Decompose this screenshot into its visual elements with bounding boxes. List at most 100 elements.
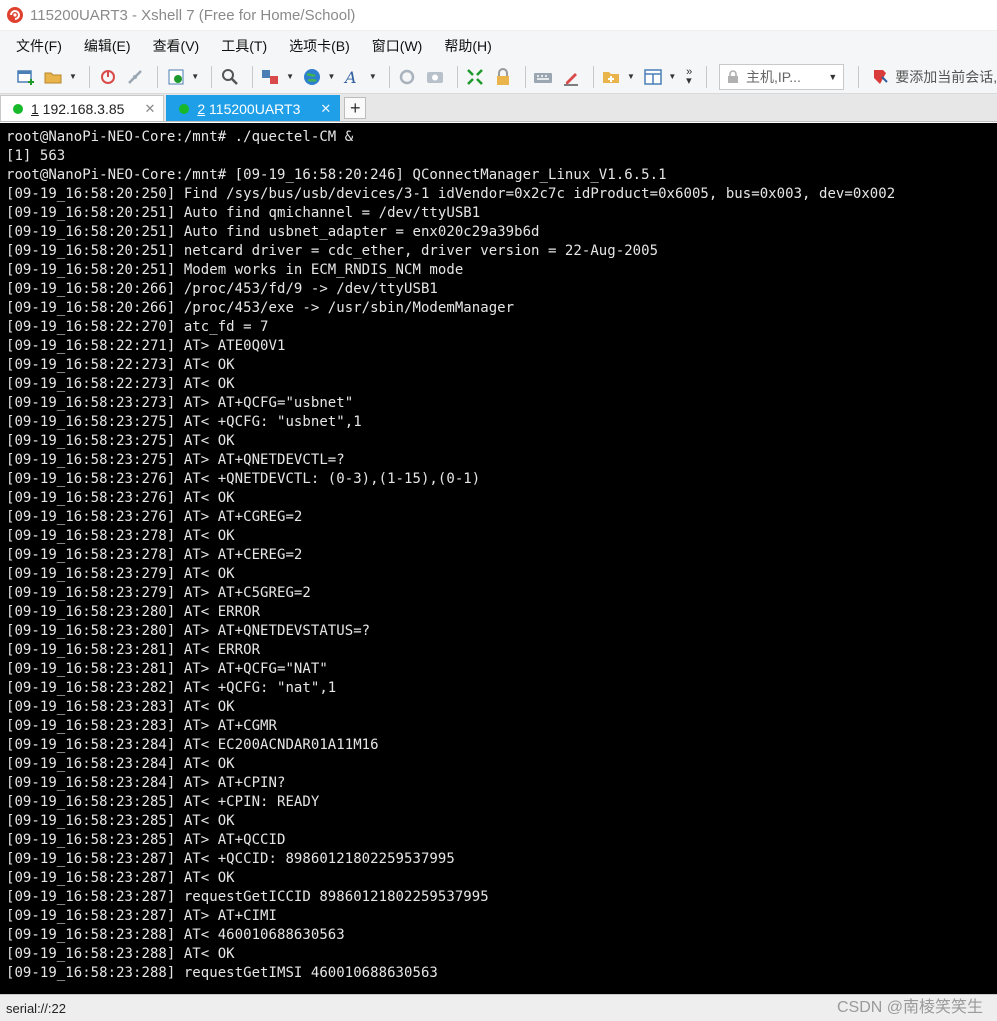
script-icon[interactable] — [396, 65, 419, 89]
terminal-line: [09-19_16:58:23:283] AT< OK — [6, 699, 235, 715]
add-session-label: 要添加当前会话, — [895, 68, 997, 85]
menu-help[interactable]: 帮助(H) — [440, 33, 495, 59]
disconnect-icon[interactable] — [123, 65, 146, 89]
menu-tools[interactable]: 工具(T) — [217, 33, 271, 59]
layout-icon[interactable] — [641, 65, 664, 89]
terminal-line: [09-19_16:58:23:287] AT< +QCCID: 8986012… — [6, 851, 455, 867]
terminal-line: [09-19_16:58:20:251] Auto find qmichanne… — [6, 205, 481, 221]
terminal-line: [09-19_16:58:23:279] AT> AT+C5GREG=2 — [6, 585, 311, 601]
open-folder-icon[interactable] — [41, 65, 64, 89]
window-title: 115200UART3 - Xshell 7 (Free for Home/Sc… — [30, 6, 356, 24]
terminal-line: [09-19_16:58:23:285] AT< +CPIN: READY — [6, 794, 320, 810]
chevron-down-icon[interactable]: ▼ — [828, 72, 837, 82]
toolbar-separator — [388, 65, 390, 88]
terminal-line: [09-19_16:58:23:282] AT< +QCFG: "nat",1 — [6, 680, 337, 696]
terminal-line: [1] 563 — [6, 148, 66, 164]
menu-bar: 文件(F) 编辑(E) 查看(V) 工具(T) 选项卡(B) 窗口(W) 帮助(… — [0, 30, 997, 60]
tab-label: 2 115200UART3 — [197, 100, 301, 117]
lock-icon[interactable] — [491, 65, 514, 89]
terminal-line: [09-19_16:58:23:283] AT> AT+CGMR — [6, 718, 277, 734]
globe-icon[interactable] — [300, 65, 323, 89]
open-dropdown-caret-icon[interactable]: ▼ — [69, 65, 77, 89]
terminal-line: root@NanoPi-NEO-Core:/mnt# [09-19_16:58:… — [6, 167, 667, 183]
reconnect-icon[interactable] — [96, 65, 119, 89]
menu-window[interactable]: 窗口(W) — [368, 33, 427, 59]
terminal-line: [09-19_16:58:23:281] AT> AT+QCFG="NAT" — [6, 661, 328, 677]
terminal-line: root@NanoPi-NEO-Core:/mnt# ./quectel-CM … — [6, 129, 354, 145]
terminal-line: [09-19_16:58:23:275] AT< +QCFG: "usbnet"… — [6, 414, 362, 430]
watermark: CSDN @南棱笑笑生 — [836, 999, 983, 1016]
transfer-icon[interactable] — [259, 65, 282, 89]
host-address-box[interactable]: 主机,IP... ▼ — [718, 63, 845, 90]
menu-tabs[interactable]: 选项卡(B) — [285, 33, 354, 59]
folder-dropdown-caret-icon[interactable]: ▼ — [627, 65, 635, 89]
svg-text:A: A — [343, 68, 357, 87]
terminal-line: [09-19_16:58:23:276] AT< +QNETDEVCTL: (0… — [6, 471, 481, 487]
terminal-line: [09-19_16:58:23:284] AT< OK — [6, 756, 235, 772]
close-icon[interactable]: ✕ — [144, 101, 155, 117]
toolbar: ▼ ▼ ▼ ▼ A ▼ ▼ ▼ » ▾ 主机,IP... ▼ 要添加当前会话, — [0, 60, 997, 94]
terminal-line: [09-19_16:58:23:278] AT< OK — [6, 528, 235, 544]
bookmark-icon — [874, 69, 888, 84]
properties-dropdown-caret-icon[interactable]: ▼ — [191, 65, 199, 89]
terminal-line: [09-19_16:58:23:287] requestGetICCID 898… — [6, 889, 489, 905]
keyboard-icon[interactable] — [532, 65, 555, 89]
find-icon[interactable] — [218, 65, 241, 89]
tab-session-2[interactable]: 2 115200UART3 ✕ — [166, 95, 341, 121]
terminal-line: [09-19_16:58:23:284] AT< EC200ACNDAR01A1… — [6, 737, 379, 753]
terminal-line: [09-19_16:58:23:288] requestGetIMSI 4600… — [6, 965, 438, 981]
tab-label: 1 192.168.3.85 — [31, 100, 125, 117]
xshell-logo-icon — [7, 7, 23, 23]
font-dropdown-caret-icon[interactable]: ▼ — [369, 65, 377, 89]
toolbar-separator — [592, 65, 594, 88]
terminal-line: [09-19_16:58:23:288] AT< 460010688630563 — [6, 927, 345, 943]
toolbar-separator — [524, 65, 526, 88]
terminal-line: [09-19_16:58:22:270] atc_fd = 7 — [6, 319, 269, 335]
terminal-line: [09-19_16:58:20:251] netcard driver = cd… — [6, 243, 659, 259]
new-folder-icon[interactable] — [600, 65, 623, 89]
screenshot-icon[interactable] — [423, 65, 446, 89]
new-session-icon[interactable] — [14, 65, 37, 89]
terminal-line: [09-19_16:58:20:251] Auto find usbnet_ad… — [6, 224, 540, 240]
connected-status-dot — [13, 103, 23, 114]
menu-view[interactable]: 查看(V) — [149, 33, 204, 59]
terminal-line: [09-19_16:58:23:288] AT< OK — [6, 946, 235, 962]
tab-session-1[interactable]: 1 192.168.3.85 ✕ — [0, 95, 165, 121]
terminal-line: [09-19_16:58:23:278] AT> AT+CEREG=2 — [6, 547, 303, 563]
terminal-line: [09-19_16:58:23:276] AT< OK — [6, 490, 235, 506]
highlight-icon[interactable] — [559, 65, 582, 89]
fullscreen-icon[interactable] — [464, 65, 487, 89]
connected-status-dot — [179, 103, 190, 114]
terminal-line: [09-19_16:58:23:285] AT< OK — [6, 813, 235, 829]
terminal-line: [09-19_16:58:23:275] AT> AT+QNETDEVCTL=? — [6, 452, 345, 468]
terminal-line: [09-19_16:58:22:271] AT> ATE0Q0V1 — [6, 338, 286, 354]
globe-dropdown-caret-icon[interactable]: ▼ — [327, 65, 335, 89]
host-address-placeholder: 主机,IP... — [745, 68, 801, 85]
new-tab-button[interactable]: + — [344, 97, 367, 119]
toolbar-separator — [251, 65, 253, 88]
menu-edit[interactable]: 编辑(E) — [80, 33, 135, 59]
terminal-line: [09-19_16:58:23:285] AT> AT+QCCID — [6, 832, 286, 848]
terminal-line: [09-19_16:58:23:279] AT< OK — [6, 566, 235, 582]
properties-icon[interactable] — [164, 65, 187, 89]
layout-dropdown-caret-icon[interactable]: ▼ — [668, 65, 676, 89]
terminal-line: [09-19_16:58:22:273] AT< OK — [6, 376, 235, 392]
toolbar-separator — [858, 65, 860, 88]
session-tab-bar: 1 192.168.3.85 ✕ 2 115200UART3 ✕ + — [0, 94, 997, 122]
menu-file[interactable]: 文件(F) — [12, 33, 66, 59]
terminal-line: [09-19_16:58:22:273] AT< OK — [6, 357, 235, 373]
terminal-line: [09-19_16:58:23:276] AT> AT+CGREG=2 — [6, 509, 303, 525]
connection-address: serial://:22 — [6, 1000, 66, 1016]
transfer-dropdown-caret-icon[interactable]: ▼ — [286, 65, 294, 89]
terminal-line: [09-19_16:58:20:266] /proc/453/fd/9 -> /… — [6, 281, 438, 297]
close-icon[interactable]: ✕ — [320, 101, 331, 117]
toolbar-separator — [88, 65, 90, 88]
toolbar-separator — [156, 65, 158, 88]
terminal-line: [09-19_16:58:23:280] AT> AT+QNETDEVSTATU… — [6, 623, 371, 639]
terminal-line: [09-19_16:58:23:287] AT> AT+CIMI — [6, 908, 277, 924]
add-session-button[interactable]: 要添加当前会话, — [871, 67, 997, 87]
font-icon[interactable]: A — [341, 65, 364, 89]
more-icon[interactable]: » ▾ — [682, 65, 696, 89]
terminal-line: [09-19_16:58:23:284] AT> AT+CPIN? — [6, 775, 286, 791]
terminal-output[interactable]: root@NanoPi-NEO-Core:/mnt# ./quectel-CM … — [0, 123, 997, 994]
